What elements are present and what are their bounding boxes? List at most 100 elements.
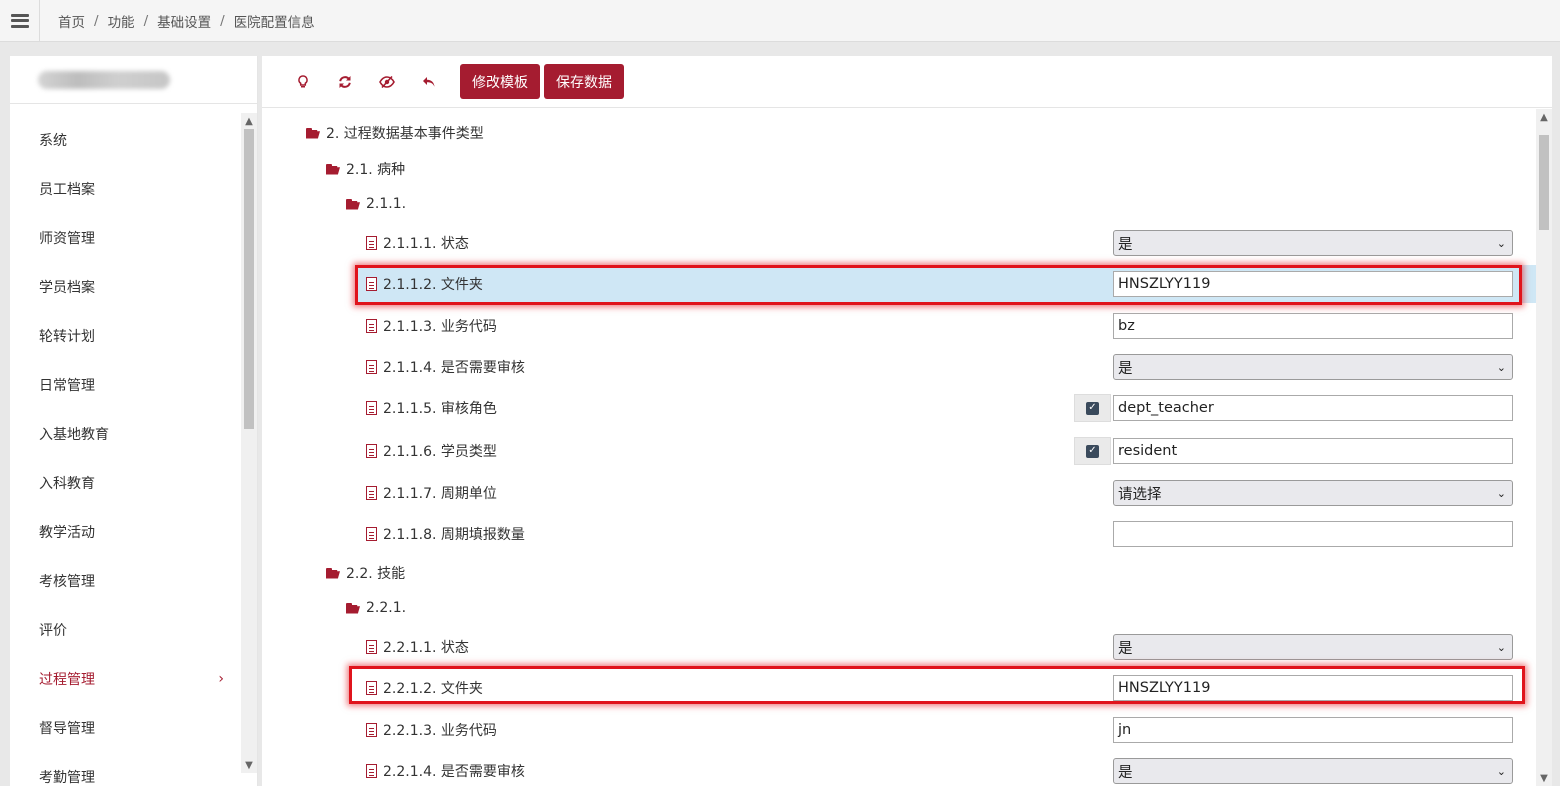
row-label-text: 2.2.1.3. 业务代码 (383, 723, 497, 739)
breadcrumb-current: 医院配置信息 (233, 14, 315, 31)
scroll-down-icon[interactable]: ▼ (241, 758, 257, 772)
folder-input[interactable]: HNSZLYY119 (1113, 271, 1513, 297)
folder-open-icon (306, 127, 320, 139)
file-icon (366, 681, 377, 695)
sidebar-item-department-education[interactable]: 入科教育 (10, 458, 242, 507)
sidebar-item-base-education[interactable]: 入基地教育 (10, 409, 242, 458)
sidebar-item-process-management[interactable]: 过程管理 › (10, 654, 242, 703)
select-value: 是 (1118, 764, 1133, 781)
period-count-input[interactable] (1113, 521, 1513, 547)
tree-node-2-1[interactable]: 2.1. 病种 (326, 155, 405, 183)
needs-review-select[interactable]: 是 ⌄ (1113, 758, 1513, 784)
status-select[interactable]: 是 ⌄ (1113, 634, 1513, 660)
folder-open-icon (326, 163, 340, 175)
student-type-input[interactable]: resident (1113, 438, 1513, 464)
row-label-text: 2.1.1.2. 文件夹 (383, 277, 483, 293)
tree-node-2-2[interactable]: 2.2. 技能 (326, 559, 405, 587)
hamburger-icon (10, 13, 29, 28)
breadcrumb-function[interactable]: 功能 (108, 11, 135, 31)
sidebar-item-assessment[interactable]: 考核管理 (10, 556, 242, 605)
folder-input[interactable]: HNSZLYY119 (1113, 675, 1513, 701)
row-label-text: 2.2.1.4. 是否需要审核 (383, 764, 525, 780)
config-row: 2.1.1.3. 业务代码 bz (358, 307, 1536, 345)
file-icon (366, 723, 377, 737)
menu-toggle-button[interactable] (0, 0, 40, 42)
sidebar-item-teaching-activities[interactable]: 教学活动 (10, 507, 242, 556)
tree-node-2[interactable]: 2. 过程数据基本事件类型 (306, 119, 484, 147)
sidebar-item-supervision[interactable]: 督导管理 (10, 703, 242, 752)
edit-template-button[interactable]: 修改模板 (460, 64, 540, 99)
sidebar-menu: 系统 员工档案 师资管理 学员档案 轮转计划 日常管理 入基地教育 入科教育 教… (10, 105, 242, 786)
breadcrumb-separator: / (220, 12, 225, 29)
file-icon (366, 486, 377, 500)
row-label-text: 2.1.1.8. 周期填报数量 (383, 527, 525, 543)
breadcrumb-home[interactable]: 首页 (58, 11, 85, 31)
row-label: 2.2.1.2. 文件夹 (366, 678, 483, 698)
tree-node-2-1-1[interactable]: 2.1.1. (346, 190, 406, 218)
row-label-text: 2.2.1.1. 状态 (383, 640, 469, 656)
undo-icon[interactable] (408, 65, 450, 99)
select-value: 请选择 (1118, 486, 1162, 503)
config-row: 2.2.1.3. 业务代码 jn (358, 711, 1536, 749)
tree-node-2-2-1[interactable]: 2.2.1. (346, 594, 406, 622)
breadcrumb-separator: / (94, 12, 99, 29)
scrollbar-thumb[interactable] (244, 129, 254, 429)
status-select[interactable]: 是 ⌄ (1113, 230, 1513, 256)
eye-slash-icon[interactable] (366, 65, 408, 99)
tree-node-label: 2.1. 病种 (346, 162, 406, 178)
breadcrumb-basic-settings[interactable]: 基础设置 (157, 11, 211, 31)
save-data-button[interactable]: 保存数据 (544, 64, 624, 99)
sidebar-item-student-records[interactable]: 学员档案 (10, 262, 242, 311)
sidebar-item-attendance[interactable]: 考勤管理 (10, 752, 242, 786)
sidebar-scrollbar[interactable]: ▲ ▼ (241, 113, 257, 773)
config-row: 2.2.1.4. 是否需要审核 是 ⌄ (358, 752, 1536, 786)
row-label: 2.1.1.1. 状态 (366, 233, 469, 253)
sidebar-header (10, 56, 257, 104)
select-value: 是 (1118, 236, 1133, 253)
sidebar-item-evaluation[interactable]: 评价 (10, 605, 242, 654)
row-label: 2.1.1.7. 周期单位 (366, 483, 497, 503)
lightbulb-icon[interactable] (282, 65, 324, 99)
review-role-input[interactable]: dept_teacher (1113, 395, 1513, 421)
tree-node-label: 2.2. 技能 (346, 566, 406, 582)
sidebar-item-system[interactable]: 系统 (10, 115, 242, 164)
scrollbar-thumb[interactable] (1539, 135, 1549, 230)
chevron-down-icon: ⌄ (1496, 360, 1506, 374)
sidebar-item-rotation-plan[interactable]: 轮转计划 (10, 311, 242, 360)
config-row: 2.1.1.7. 周期单位 请选择 ⌄ (358, 474, 1536, 512)
sidebar-item-teacher-management[interactable]: 师资管理 (10, 213, 242, 262)
row-label: 2.1.1.3. 业务代码 (366, 316, 497, 336)
multi-select-checkbox[interactable]: ✓ (1074, 437, 1111, 465)
breadcrumb: 首页 / 功能 / 基础设置 / 医院配置信息 (40, 11, 315, 31)
needs-review-select[interactable]: 是 ⌄ (1113, 354, 1513, 380)
file-icon (366, 764, 377, 778)
main-panel: 修改模板 保存数据 2. 过程数据基本事件类型 2.1. 病种 2.1.1. 2… (262, 56, 1552, 786)
row-label-text: 2.1.1.4. 是否需要审核 (383, 360, 525, 376)
row-label: 2.2.1.4. 是否需要审核 (366, 761, 525, 781)
main-scrollbar[interactable]: ▲ ▼ (1536, 109, 1552, 786)
row-label: 2.2.1.1. 状态 (366, 637, 469, 657)
multi-select-checkbox[interactable]: ✓ (1074, 394, 1111, 422)
period-unit-select[interactable]: 请选择 ⌄ (1113, 480, 1513, 506)
folder-open-icon (346, 602, 360, 614)
row-label: 2.1.1.2. 文件夹 (366, 274, 483, 294)
check-square-icon: ✓ (1086, 444, 1099, 458)
business-code-input[interactable]: jn (1113, 717, 1513, 743)
sidebar-item-staff-records[interactable]: 员工档案 (10, 164, 242, 213)
file-icon (366, 236, 377, 250)
top-bar: 首页 / 功能 / 基础设置 / 医院配置信息 (0, 0, 1560, 42)
select-value: 是 (1118, 360, 1133, 377)
scroll-up-icon[interactable]: ▲ (1536, 110, 1552, 124)
business-code-input[interactable]: bz (1113, 313, 1513, 339)
scroll-down-icon[interactable]: ▼ (1536, 771, 1552, 785)
refresh-icon[interactable] (324, 65, 366, 99)
tree-node-label: 2.2.1. (366, 600, 407, 616)
config-row: 2.1.1.8. 周期填报数量 (358, 515, 1536, 553)
sidebar-item-daily-management[interactable]: 日常管理 (10, 360, 242, 409)
row-label-text: 2.1.1.1. 状态 (383, 236, 469, 252)
config-row: 2.2.1.2. 文件夹 HNSZLYY119 (358, 669, 1536, 707)
chevron-down-icon: ⌄ (1496, 764, 1506, 778)
config-row-selected[interactable]: 2.1.1.2. 文件夹 HNSZLYY119 (358, 265, 1536, 303)
file-icon (366, 360, 377, 374)
scroll-up-icon[interactable]: ▲ (241, 114, 257, 128)
